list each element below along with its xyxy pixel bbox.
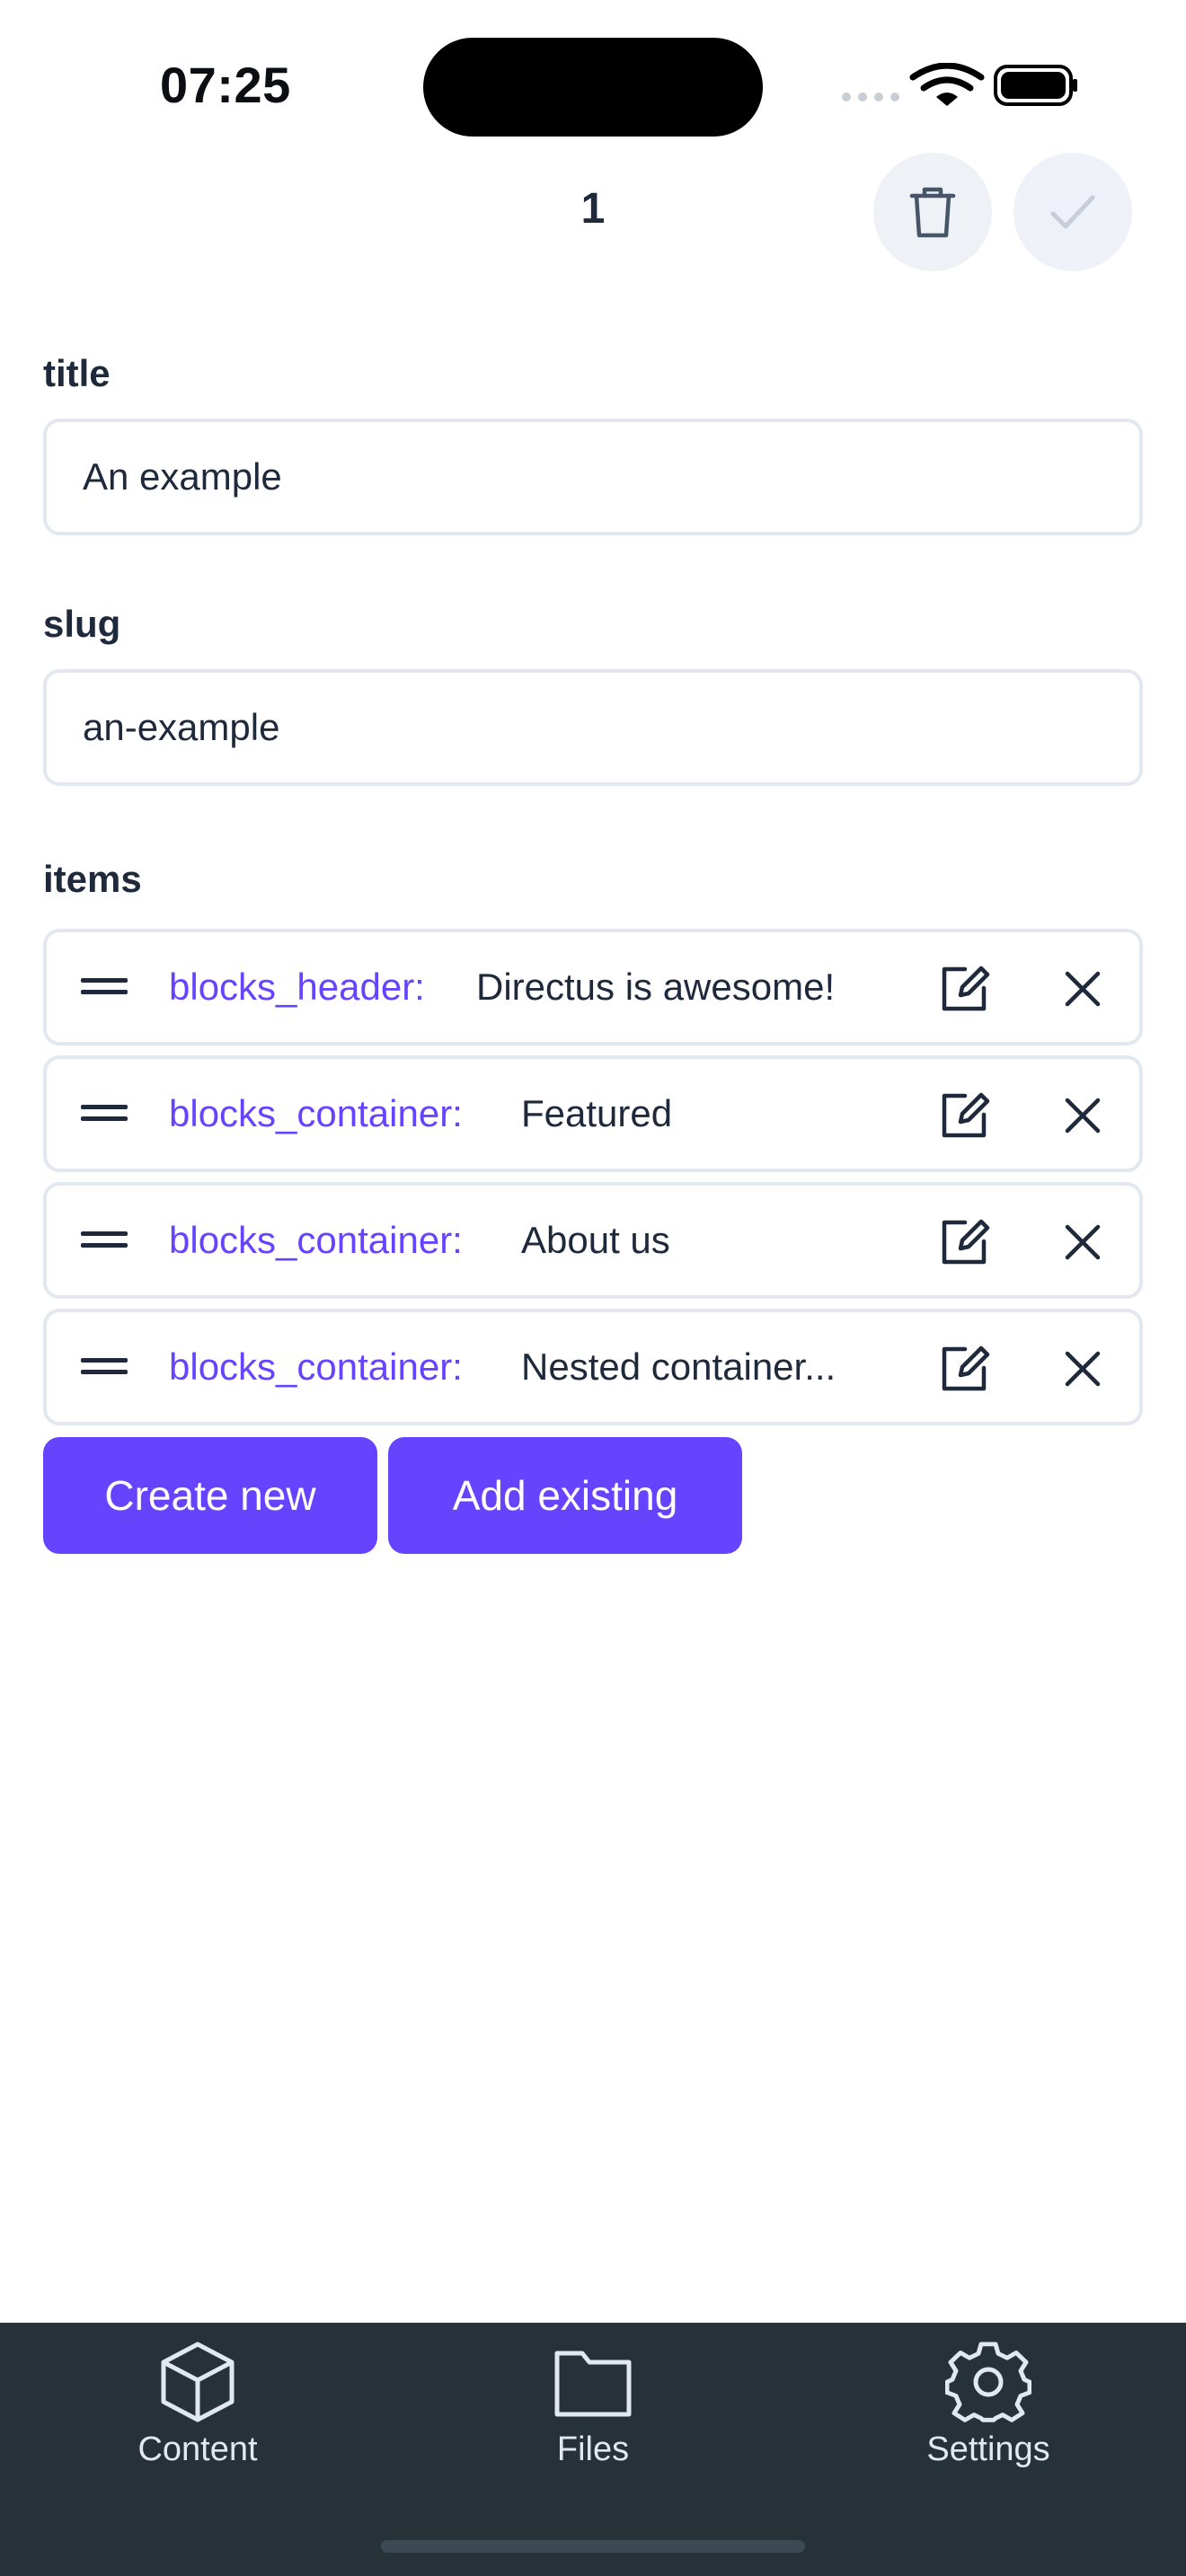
tab-files[interactable]: Files <box>458 2341 728 2475</box>
tab-settings[interactable]: Settings <box>854 2341 1123 2475</box>
title-input[interactable]: An example <box>43 419 1143 535</box>
item-title: Directus is awesome! <box>476 966 836 1008</box>
status-icons <box>842 63 1077 106</box>
close-icon[interactable] <box>1060 1220 1105 1265</box>
wifi-icon-dot <box>936 93 958 106</box>
list-item[interactable]: blocks_container: Featured <box>43 1055 1143 1172</box>
slug-input[interactable]: an-example <box>43 669 1143 786</box>
create-new-button[interactable]: Create new <box>43 1437 377 1554</box>
signal-icon <box>842 93 899 101</box>
battery-icon <box>994 65 1077 106</box>
tab-content[interactable]: Content <box>63 2341 332 2475</box>
close-icon[interactable] <box>1060 1346 1105 1391</box>
item-title: Nested container... <box>521 1345 836 1388</box>
item-title: About us <box>521 1219 670 1261</box>
home-indicator <box>381 2540 805 2553</box>
edit-icon[interactable] <box>938 1214 992 1268</box>
item-collection: blocks_container: <box>169 1092 463 1134</box>
title-label: title <box>43 352 111 394</box>
item-collection: blocks_container: <box>169 1219 463 1261</box>
edit-icon[interactable] <box>938 961 992 1015</box>
drag-handle-icon[interactable] <box>81 1103 128 1125</box>
list-item[interactable]: blocks_header: Directus is awesome! <box>43 929 1143 1045</box>
edit-icon[interactable] <box>938 1088 992 1142</box>
close-icon[interactable] <box>1060 1093 1105 1138</box>
folder-icon <box>554 2351 632 2417</box>
close-icon[interactable] <box>1060 966 1105 1011</box>
tab-label: Settings <box>926 2430 1050 2468</box>
wifi-icon <box>909 63 985 92</box>
drag-handle-icon[interactable] <box>81 976 128 998</box>
gear-icon <box>945 2342 1031 2422</box>
items-label: items <box>43 858 142 900</box>
item-collection: blocks_header: <box>169 966 425 1008</box>
list-item[interactable]: blocks_container: About us <box>43 1182 1143 1299</box>
item-title: Featured <box>521 1092 673 1134</box>
item-collection: blocks_container: <box>169 1345 463 1388</box>
item-detail-screen: 07:25 1 title An example slug an-example… <box>0 0 1186 2576</box>
edit-icon[interactable] <box>938 1341 992 1395</box>
trash-icon <box>909 187 956 238</box>
dynamic-island <box>423 38 763 137</box>
list-item[interactable]: blocks_container: Nested container... <box>43 1309 1143 1425</box>
cube-icon <box>161 2342 235 2422</box>
add-existing-button[interactable]: Add existing <box>388 1437 742 1554</box>
delete-button[interactable] <box>873 153 992 271</box>
page-title: 1 <box>580 185 606 233</box>
status-time: 07:25 <box>160 57 291 113</box>
drag-handle-icon[interactable] <box>81 1230 128 1251</box>
drag-handle-icon[interactable] <box>81 1356 128 1378</box>
check-icon <box>1050 195 1095 229</box>
tab-bar: Content Files Settings <box>0 2323 1186 2576</box>
tab-label: Files <box>556 2430 630 2468</box>
tab-label: Content <box>137 2430 258 2468</box>
save-button[interactable] <box>1013 153 1132 271</box>
slug-label: slug <box>43 603 121 645</box>
